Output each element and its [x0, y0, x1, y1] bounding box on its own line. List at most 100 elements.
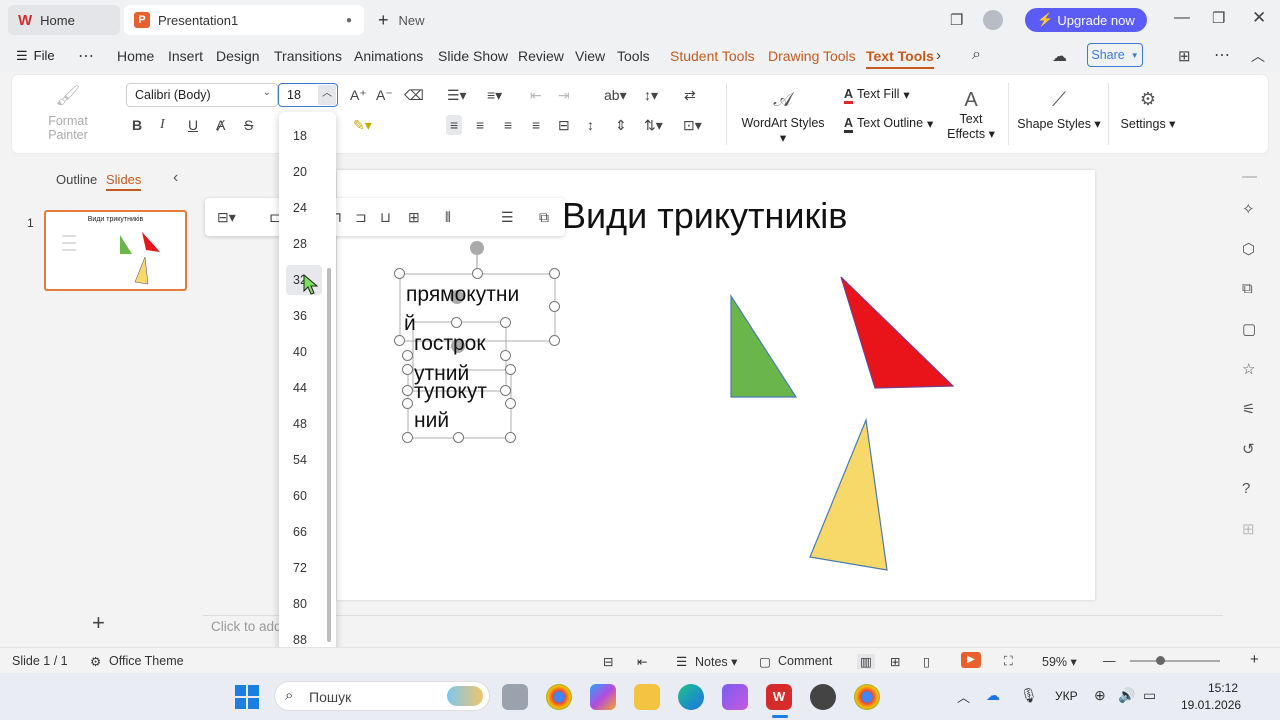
- collapse-ribbon-icon[interactable]: ︿: [1251, 46, 1265, 66]
- sliders-icon[interactable]: ⚟: [1242, 400, 1255, 418]
- play-slideshow-icon[interactable]: ▶: [961, 652, 981, 668]
- resize-handle[interactable]: [402, 432, 413, 443]
- tab-slides[interactable]: Slides: [106, 172, 142, 191]
- microphone-icon[interactable]: 🎙: [1020, 687, 1038, 704]
- clock-time[interactable]: 15:12: [1208, 681, 1238, 695]
- volume-icon[interactable]: 🔊: [1118, 687, 1135, 704]
- clear-format-icon[interactable]: ⌫: [404, 87, 424, 103]
- file-menu[interactable]: ☰ File: [16, 48, 55, 64]
- justify-icon[interactable]: ≡: [532, 117, 540, 133]
- yellow-triangle[interactable]: [809, 417, 888, 571]
- slide-thumbnail[interactable]: Види трикутників: [44, 210, 187, 291]
- more-options-icon[interactable]: ⋯: [1214, 45, 1230, 65]
- resize-handle[interactable]: [453, 432, 464, 443]
- restore-icon[interactable]: ❐: [1212, 9, 1225, 27]
- comment-button[interactable]: Comment: [778, 654, 832, 668]
- chrome-icon[interactable]: [546, 684, 572, 710]
- tab-presentation[interactable]: P Presentation1 ●: [124, 5, 364, 35]
- language-indicator[interactable]: УКР: [1055, 689, 1078, 703]
- copy-style-icon[interactable]: ⧉: [1242, 280, 1253, 297]
- tray-icon[interactable]: ⊞: [1178, 47, 1191, 65]
- menu-transitions[interactable]: Transitions: [274, 48, 342, 64]
- zoom-in-icon[interactable]: +: [1250, 651, 1259, 668]
- add-slide-icon[interactable]: +: [92, 610, 105, 636]
- highlight-icon[interactable]: ✎▾: [353, 117, 372, 133]
- text-fill-button[interactable]: A Text Fill ▾: [844, 87, 910, 104]
- menu-animations[interactable]: Animations: [354, 48, 423, 64]
- zoom-slider[interactable]: [1130, 660, 1220, 662]
- clock-date[interactable]: 19.01.2026: [1181, 698, 1241, 712]
- numbering-icon[interactable]: ≡▾: [487, 87, 502, 103]
- sorter-view-icon[interactable]: ⊞: [890, 654, 900, 669]
- increase-font-icon[interactable]: A⁺: [350, 87, 367, 103]
- close-icon[interactable]: ✕: [1252, 8, 1266, 28]
- textbox-right-triangle-line1[interactable]: прямокутни: [406, 283, 519, 307]
- font-size-option[interactable]: 44: [286, 373, 322, 403]
- font-size-option[interactable]: 66: [286, 517, 322, 547]
- theme-name[interactable]: Office Theme: [109, 654, 184, 668]
- align-middle-icon[interactable]: ⊞: [408, 209, 420, 225]
- normal-view-icon[interactable]: ▥: [857, 654, 875, 669]
- chevron-right-icon[interactable]: ›: [936, 47, 941, 64]
- cloud-icon[interactable]: ☁: [1052, 47, 1067, 65]
- notes-button[interactable]: Notes ▾: [695, 654, 737, 669]
- decrease-font-icon[interactable]: A⁻: [376, 87, 393, 103]
- search-icon[interactable]: ⌕: [972, 46, 981, 64]
- menu-text-tools[interactable]: Text Tools: [866, 48, 934, 69]
- resize-handle[interactable]: [402, 385, 413, 396]
- chrome-icon-2[interactable]: [854, 684, 880, 710]
- menu-review[interactable]: Review: [518, 48, 564, 64]
- resize-handle[interactable]: [402, 398, 413, 409]
- green-triangle[interactable]: [730, 293, 798, 398]
- italic-button[interactable]: I: [160, 117, 165, 133]
- resize-handle[interactable]: [505, 364, 516, 375]
- start-button[interactable]: [235, 685, 259, 709]
- resize-handle[interactable]: [500, 350, 511, 361]
- edge-icon[interactable]: [678, 684, 704, 710]
- reading-view-icon[interactable]: ▯: [923, 654, 930, 669]
- bold-button[interactable]: B: [132, 117, 142, 133]
- minimize-icon[interactable]: —: [1174, 9, 1190, 27]
- zoom-out-icon[interactable]: —: [1103, 654, 1116, 668]
- spacing-options-icon[interactable]: ⇅▾: [644, 117, 663, 133]
- dropdown-scrollbar[interactable]: [327, 268, 331, 642]
- resize-handle[interactable]: [402, 350, 413, 361]
- menu-view[interactable]: View: [575, 48, 605, 64]
- align-right-icon[interactable]: ≡: [504, 117, 512, 133]
- avatar[interactable]: [983, 10, 1003, 30]
- menu-student-tools[interactable]: Student Tools: [670, 48, 755, 64]
- resize-handle[interactable]: [472, 268, 483, 279]
- fit-icon[interactable]: ⊟: [603, 654, 613, 669]
- underline-button[interactable]: U: [188, 117, 198, 133]
- font-size-option[interactable]: 40: [286, 337, 322, 367]
- text-direction-icon[interactable]: ab▾: [604, 87, 627, 103]
- format-painter-button[interactable]: 🖌 Format Painter: [30, 83, 106, 142]
- comment-icon[interactable]: ▢: [1242, 320, 1256, 338]
- resize-handle[interactable]: [500, 317, 511, 328]
- star-icon[interactable]: ☆: [1242, 360, 1255, 378]
- menu-design[interactable]: Design: [216, 48, 260, 64]
- help-icon[interactable]: ?: [1242, 480, 1250, 497]
- font-size-option[interactable]: 48: [286, 409, 322, 439]
- sort-icon[interactable]: ↕▾: [644, 87, 658, 103]
- menu-home[interactable]: Home: [117, 48, 154, 64]
- new-tab-button[interactable]: + New: [378, 10, 425, 31]
- zoom-select[interactable]: 59% ▾: [1042, 654, 1077, 669]
- font-size-option[interactable]: 80: [286, 589, 322, 619]
- collapse-pane-icon[interactable]: ‹: [173, 169, 178, 187]
- char-spacing-icon[interactable]: Ⱥ: [216, 117, 225, 133]
- font-size-option[interactable]: 20: [286, 157, 322, 187]
- apps-icon[interactable]: ⊞: [1242, 520, 1255, 538]
- align-right-objects-icon[interactable]: ⊐: [355, 209, 367, 225]
- font-name-select[interactable]: Calibri (Body) ⌄: [126, 83, 278, 107]
- text-outline-button[interactable]: A Text Outline ▾: [844, 116, 933, 133]
- distribute-v-icon[interactable]: ☰: [501, 209, 514, 225]
- collapse-icon[interactable]: —: [1242, 168, 1257, 185]
- m365-icon[interactable]: [590, 684, 616, 710]
- convert-icon[interactable]: ⇄: [684, 87, 696, 103]
- tab-home[interactable]: W Home: [8, 5, 120, 35]
- history-icon[interactable]: ↺: [1242, 440, 1255, 458]
- chevron-up-icon[interactable]: ︿: [318, 85, 336, 105]
- line-spacing-icon[interactable]: ↕: [587, 117, 594, 133]
- settings-button[interactable]: ⚙ Settings ▾: [1116, 89, 1180, 131]
